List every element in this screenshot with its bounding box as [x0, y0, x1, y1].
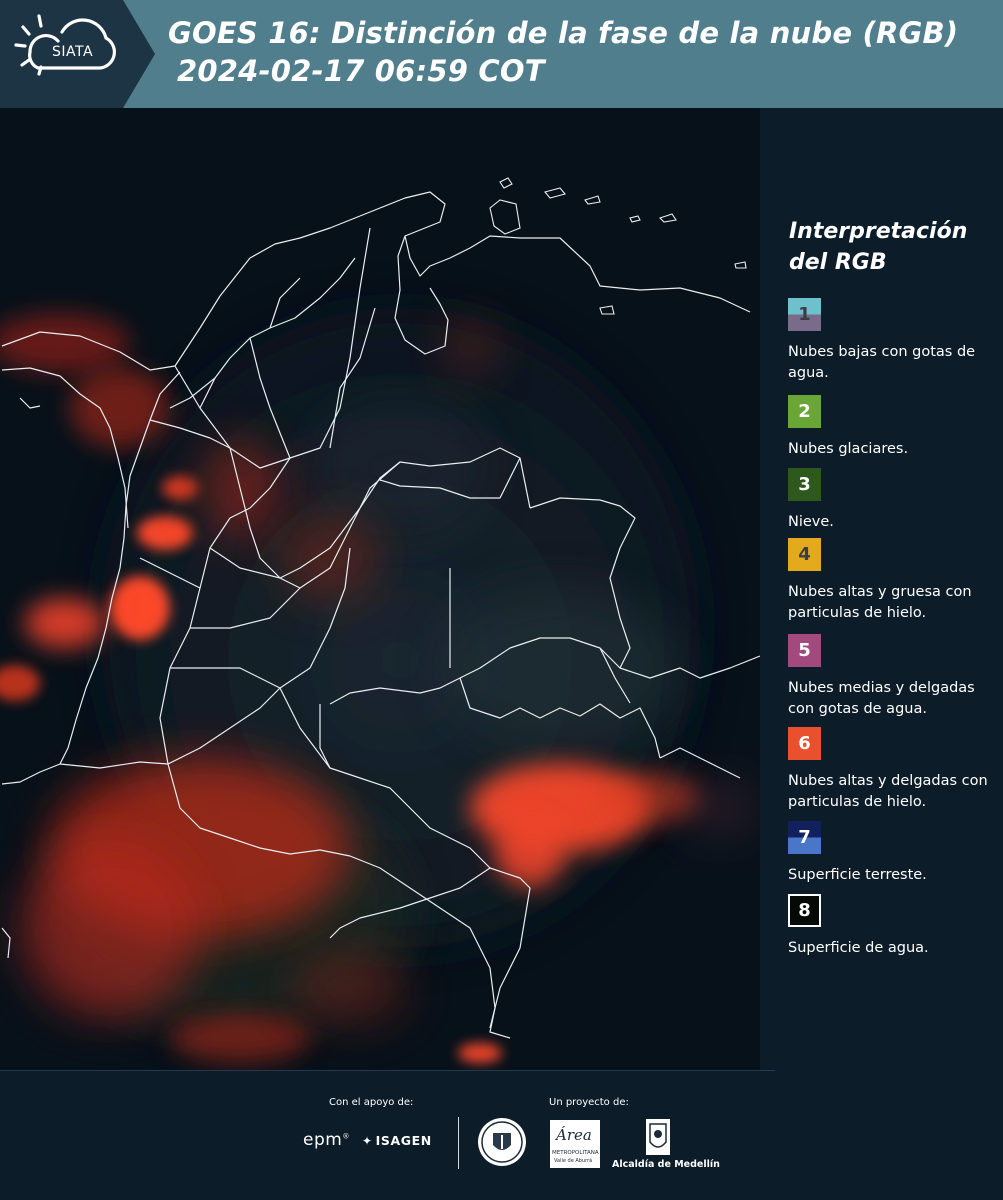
- legend-number-3: 3: [798, 474, 811, 495]
- header-arrow: [123, 0, 155, 108]
- area-metropolitana-logo: Área METROPOLITANA Valle de Aburrá: [550, 1120, 600, 1168]
- legend-number-7: 7: [798, 827, 811, 848]
- legend-item-2: 2 Nubes glaciares.: [788, 395, 998, 460]
- legend-item-6: 6 Nubes altas y delgadas con particulas …: [788, 727, 998, 813]
- legend-panel: Interpretación del RGB 1 Nubes bajas con…: [760, 108, 1003, 1070]
- legend-item-1: 1 Nubes bajas con gotas de agua.: [788, 298, 998, 384]
- legend-label-4: Nubes altas y gruesa con particulas de h…: [788, 584, 972, 621]
- legend-swatch-4: 4: [788, 538, 821, 571]
- legend-number-1: 1: [798, 304, 811, 325]
- legend-number-6: 6: [798, 733, 811, 754]
- legend-item-5: 5 Nubes medias y delgadas con gotas de a…: [788, 634, 998, 720]
- legend-label-5: Nubes medias y delgadas con gotas de agu…: [788, 680, 975, 717]
- satellite-rgb-map: [0, 108, 760, 1070]
- title-line-1: GOES 16: Distinción de la fase de la nub…: [168, 16, 959, 50]
- alcaldia-text: Alcaldía de Medellín: [612, 1159, 720, 1170]
- legend-swatch-8: 8: [788, 894, 821, 927]
- area-logo-name: Área: [556, 1126, 592, 1144]
- legend-swatch-3: 3: [788, 468, 821, 501]
- legend-swatch-7: 7: [788, 821, 821, 854]
- title-line-2: 2024-02-17 06:59 COT: [177, 54, 545, 88]
- map-image: [0, 108, 760, 1070]
- epm-registered-mark: ®: [342, 1132, 350, 1141]
- isagen-logo: ✦ ISAGEN: [362, 1133, 432, 1148]
- footer: Con el apoyo de: Un proyecto de: epm® ✦ I…: [0, 1070, 1003, 1200]
- legend-label-7: Superficie terreste.: [788, 867, 927, 883]
- legend-label-8: Superficie de agua.: [788, 940, 929, 956]
- legend-swatch-1: 1: [788, 298, 821, 331]
- siata-logo-text: SIATA: [52, 44, 94, 60]
- page-title: GOES 16: Distinción de la fase de la nub…: [168, 14, 958, 90]
- legend-label-3: Nieve.: [788, 514, 834, 530]
- legend-item-7: 7 Superficie terreste.: [788, 821, 998, 886]
- legend-item-3: 3 Nieve.: [788, 468, 998, 533]
- footer-top-line: [0, 1070, 775, 1071]
- area-logo-sub1: METROPOLITANA: [552, 1150, 599, 1156]
- epm-logo: epm®: [303, 1130, 350, 1150]
- legend-label-2: Nubes glaciares.: [788, 441, 909, 457]
- legend-number-8: 8: [798, 900, 811, 921]
- isagen-mark-icon: ✦: [362, 1134, 373, 1148]
- legend-title: Interpretación del RGB: [789, 219, 968, 275]
- legend-label-1: Nubes bajas con gotas de agua.: [788, 344, 976, 381]
- alcaldia-shield-icon: [645, 1118, 671, 1156]
- isagen-text: ISAGEN: [375, 1133, 432, 1148]
- legend-item-8: 8 Superficie de agua.: [788, 894, 998, 959]
- legend-swatch-2: 2: [788, 395, 821, 428]
- header-bar: SIATA GOES 16: Distinción de la fase de …: [0, 0, 1003, 108]
- legend-label-6: Nubes altas y delgadas con particulas de…: [788, 773, 988, 810]
- legend-swatch-6: 6: [788, 727, 821, 760]
- project-label: Un proyecto de:: [549, 1097, 629, 1108]
- legend-swatch-5: 5: [788, 634, 821, 667]
- legend-number-4: 4: [798, 544, 811, 565]
- legend-item-4: 4 Nubes altas y gruesa con particulas de…: [788, 538, 998, 624]
- legend-number-5: 5: [798, 640, 811, 661]
- siata-logo: SIATA: [14, 14, 124, 94]
- municipal-seal-icon: [477, 1117, 527, 1167]
- epm-text: epm: [303, 1130, 343, 1150]
- footer-divider: [458, 1117, 459, 1169]
- legend-number-2: 2: [798, 401, 811, 422]
- area-logo-sub2: Valle de Aburrá: [554, 1158, 593, 1164]
- support-label: Con el apoyo de:: [329, 1097, 414, 1108]
